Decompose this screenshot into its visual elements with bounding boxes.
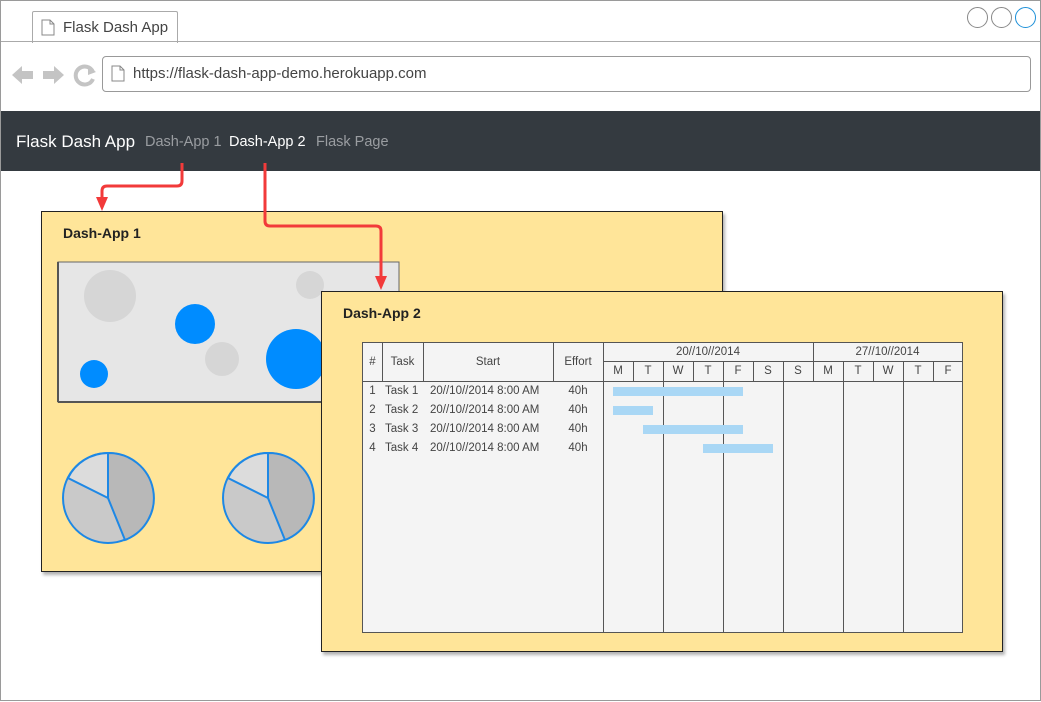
gantt-cell-task: Task 3 [385,423,419,435]
pie-chart [222,451,315,544]
gantt-task-bar[interactable] [643,425,743,434]
gantt-day-divider [873,361,874,381]
gantt-day-label: T [644,365,652,377]
app-navbar: Flask Dash App Dash-App 1 Dash-App 2 Fla… [1,111,1040,171]
gantt-cell-effort: 40h [568,442,588,454]
gantt-grid-line [723,381,724,632]
gantt-day-divider [783,361,784,381]
gantt-day-label: W [882,365,894,377]
gantt-day-label: T [704,365,712,377]
gantt-day-divider [633,361,634,381]
bubble [175,304,215,344]
bubble [80,360,108,388]
address-bar[interactable]: https://flask-dash-app-demo.herokuapp.co… [102,56,1031,92]
bubble [266,329,326,389]
gantt-day-label: M [613,365,623,377]
gantt-cell-effort: 40h [568,423,588,435]
gantt-cell-start: 20//10//2014 8:00 AM [430,404,540,416]
gantt-day-divider [933,361,934,381]
gantt-header-effort: Effort [564,356,592,368]
gantt-task-bar[interactable] [703,444,773,453]
gantt-day-label: W [672,365,684,377]
nav-link-dash-app-1[interactable]: Dash-App 1 [145,134,222,150]
window-close-button[interactable] [1015,7,1036,28]
gantt-grid-line [903,381,904,632]
window-minimize-button[interactable] [967,7,988,28]
gantt-day-divider [693,361,694,381]
url-text: https://flask-dash-app-demo.herokuapp.co… [133,65,427,82]
pie-chart [62,451,155,544]
tab-strip-divider [1,41,1040,42]
browser-window: Flask Dash App https://flask-dash-app-de… [0,0,1041,701]
gantt-cell-id: 3 [369,423,376,435]
gantt-day-label: F [944,365,952,377]
gantt-day-label: S [794,365,802,377]
gantt-cell-start: 20//10//2014 8:00 AM [430,423,540,435]
gantt-cell-id: 1 [369,385,376,397]
gantt-day-label: F [734,365,742,377]
gantt-day-label: M [823,365,833,377]
nav-link-flask-page[interactable]: Flask Page [316,134,389,150]
forward-icon[interactable] [43,66,64,84]
gantt-day-divider [903,361,904,381]
gantt-grid-line [843,381,844,632]
gantt-chart: # Task Start Effort 20//10//2014 27//10/… [362,342,963,633]
gantt-day-divider [843,361,844,381]
gantt-cell-task: Task 4 [385,442,419,454]
browser-tab[interactable]: Flask Dash App [32,11,178,43]
bubble [205,342,239,376]
panel-title: Dash-App 2 [343,305,421,321]
gantt-day-label: S [764,365,772,377]
gantt-header-start: Start [475,356,501,368]
dash-app-2-panel: Dash-App 2 # Task Start Effort 20//10//2… [321,291,1003,652]
gantt-day-divider [813,361,814,381]
reload-icon[interactable] [73,64,96,87]
gantt-header-task: Task [390,356,415,368]
gantt-grid-line [663,381,664,632]
gantt-day-divider [753,361,754,381]
gantt-week-label: 27//10//2014 [855,346,920,358]
gantt-cell-task: Task 2 [385,404,419,416]
bubble [84,270,136,322]
gantt-task-bar[interactable] [613,406,653,415]
gantt-cell-start: 20//10//2014 8:00 AM [430,385,540,397]
gantt-cell-effort: 40h [568,385,588,397]
gantt-day-divider [723,361,724,381]
window-maximize-button[interactable] [991,7,1012,28]
gantt-cell-id: 4 [369,442,376,454]
browser-nav-controls [11,63,101,92]
gantt-grid-line [783,381,784,632]
back-icon[interactable] [12,66,33,84]
gantt-header-id: # [369,356,376,368]
page-icon [111,65,125,82]
nav-link-dash-app-2[interactable]: Dash-App 2 [229,134,306,150]
navbar-brand[interactable]: Flask Dash App [16,132,135,152]
gantt-day-label: T [914,365,922,377]
gantt-cell-task: Task 1 [385,385,419,397]
gantt-cell-id: 2 [369,404,376,416]
gantt-cell-start: 20//10//2014 8:00 AM [430,442,540,454]
gantt-cell-effort: 40h [568,404,588,416]
gantt-day-label: T [854,365,862,377]
gantt-task-bar[interactable] [613,387,743,396]
gantt-col-divider [603,343,604,632]
gantt-day-divider [663,361,664,381]
page-icon [41,19,55,36]
bubble [296,271,324,299]
tab-title: Flask Dash App [63,19,169,36]
gantt-week-label: 20//10//2014 [676,346,740,358]
